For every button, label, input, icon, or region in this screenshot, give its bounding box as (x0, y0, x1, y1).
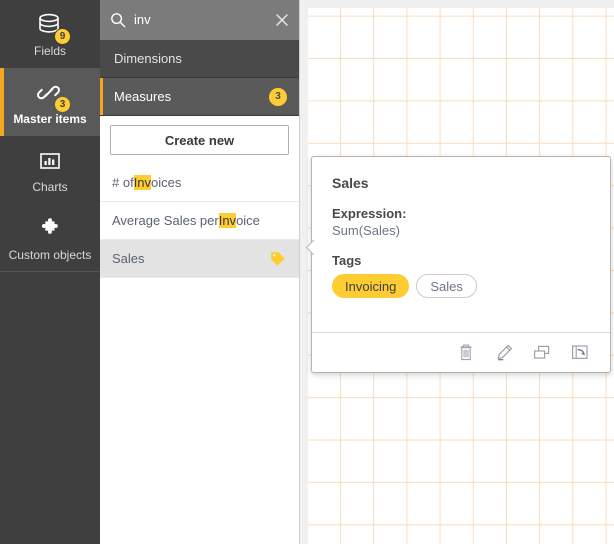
rail-item-custom-objects-label: Custom objects (9, 249, 92, 262)
rail-item-fields[interactable]: 9 Fields (0, 0, 100, 68)
expression-value: Sum(Sales) (332, 223, 590, 238)
list-item[interactable]: Average Sales per Invoice (100, 202, 299, 240)
popover-body: Sales Expression: Sum(Sales) Tags Invoic… (312, 157, 610, 298)
rail-divider (0, 271, 100, 272)
create-new-button[interactable]: Create new (110, 125, 289, 155)
edit-pencil-icon[interactable] (493, 342, 515, 364)
asset-list: # of Invoices Average Sales per Invoice … (100, 164, 299, 278)
asset-item-prefix: Sales (112, 251, 145, 266)
asset-panel: inv Dimensions Measures 3 Create new # o… (100, 0, 300, 544)
master-items-count-badge: 3 (54, 96, 71, 113)
asset-item-highlight: Inv (134, 175, 151, 190)
rail-item-charts[interactable]: Charts (0, 136, 100, 204)
rail-item-fields-label: Fields (34, 45, 66, 58)
rail-item-master-items-label: Master items (13, 113, 86, 126)
measures-count-badge: 3 (269, 88, 287, 106)
create-new-wrapper: Create new (100, 116, 299, 164)
tag-pill-sales[interactable]: Sales (416, 274, 477, 298)
rail-item-master-items[interactable]: 3 Master items (0, 68, 100, 136)
puzzle-piece-icon (33, 214, 67, 244)
list-item[interactable]: # of Invoices (100, 164, 299, 202)
search-input[interactable]: inv (134, 12, 267, 28)
list-item[interactable]: Sales (100, 240, 299, 278)
qlik-asset-panel-screen: 9 Fields 3 Master items (0, 0, 614, 544)
tag-list: Invoicing Sales (332, 274, 590, 298)
bar-chart-icon (33, 146, 67, 176)
rail-item-charts-label: Charts (32, 181, 67, 194)
group-row-dimensions-label: Dimensions (114, 51, 182, 66)
tag-pill-invoicing[interactable]: Invoicing (332, 274, 409, 298)
popover-actions (312, 332, 610, 372)
add-to-sheet-icon[interactable] (569, 342, 591, 364)
close-icon[interactable] (275, 13, 289, 27)
asset-item-suffix: oice (236, 213, 260, 228)
popover-arrow (304, 240, 318, 256)
master-item-popover: Sales Expression: Sum(Sales) Tags Invoic… (311, 156, 611, 373)
link-icon: 3 (33, 78, 67, 108)
expression-label: Expression: (332, 206, 590, 221)
delete-icon[interactable] (455, 342, 477, 364)
asset-item-prefix: Average Sales per (112, 213, 219, 228)
search-icon (110, 12, 126, 28)
asset-item-suffix: oices (151, 175, 181, 190)
group-row-measures-label: Measures (114, 89, 171, 104)
asset-rail: 9 Fields 3 Master items (0, 0, 100, 544)
tags-label: Tags (332, 253, 590, 268)
fields-count-badge: 9 (54, 28, 71, 45)
asset-item-prefix: # of (112, 175, 134, 190)
group-row-dimensions[interactable]: Dimensions (100, 40, 299, 78)
asset-item-highlight: Inv (219, 213, 236, 228)
duplicate-icon[interactable] (531, 342, 553, 364)
search-bar[interactable]: inv (100, 0, 299, 40)
group-row-measures[interactable]: Measures 3 (100, 78, 299, 116)
rail-item-custom-objects[interactable]: Custom objects (0, 204, 100, 272)
popover-title: Sales (332, 175, 590, 191)
tag-icon (269, 250, 287, 268)
database-icon: 9 (33, 10, 67, 40)
